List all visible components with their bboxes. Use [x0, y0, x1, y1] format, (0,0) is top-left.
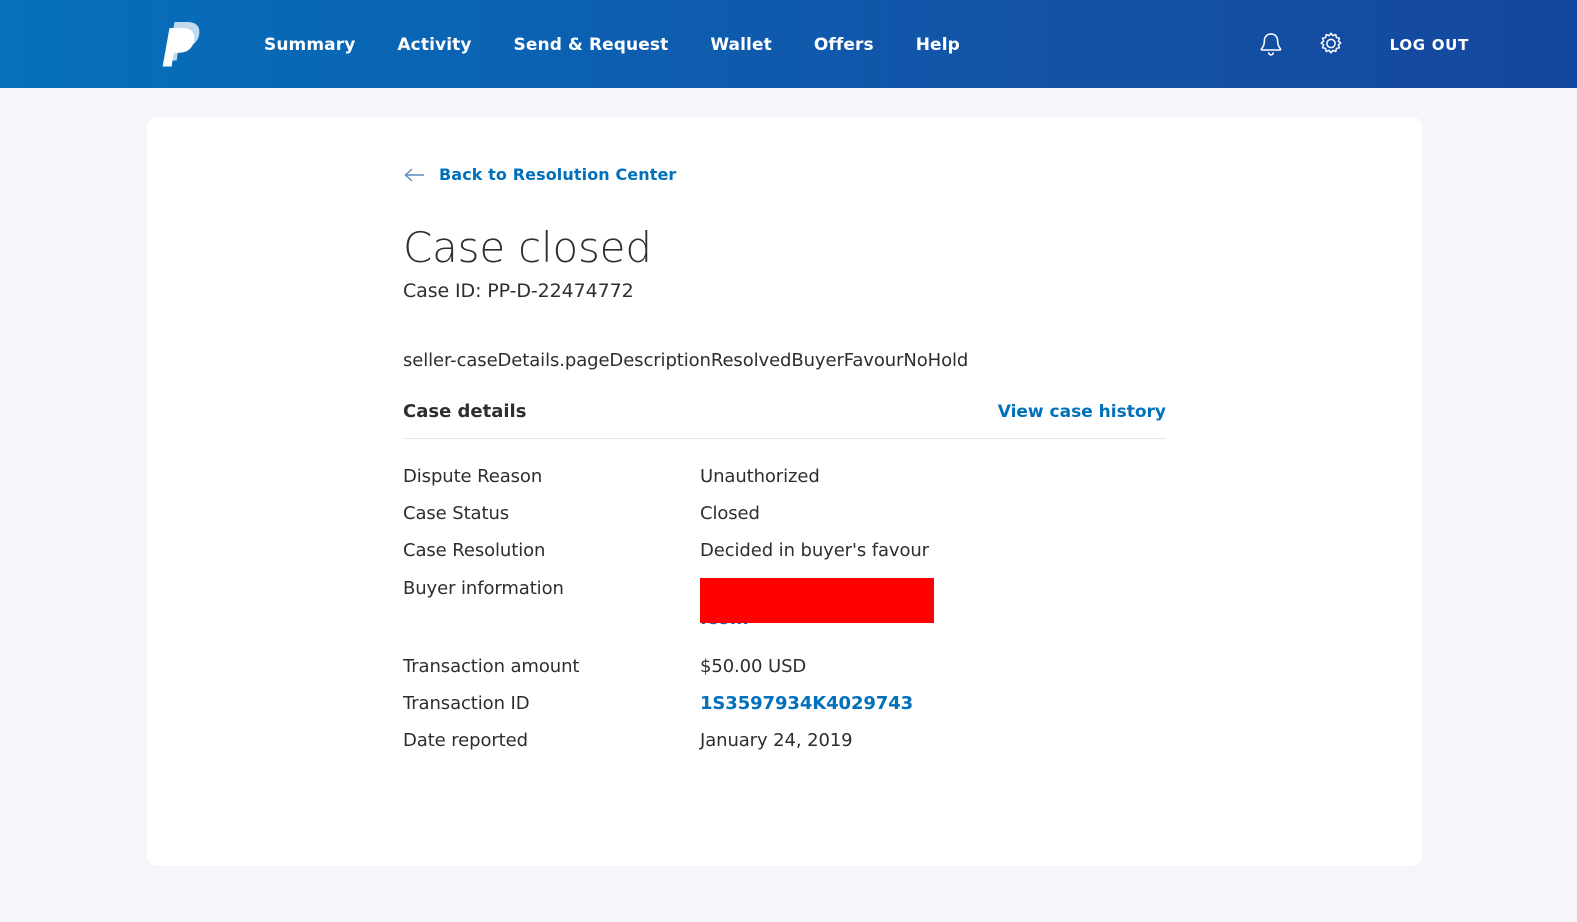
page-description: seller-caseDetails.pageDescriptionResolv…	[403, 349, 969, 371]
nav-item-offers[interactable]: Offers	[814, 35, 874, 55]
detail-value: January 24, 2019	[700, 729, 853, 751]
transaction-id-link[interactable]: 1S3597934K4029743	[700, 693, 913, 714]
main-nav: Summary Activity Send & Request Wallet O…	[264, 35, 960, 55]
detail-value: $50.00 USD	[700, 655, 807, 677]
detail-label: Transaction amount	[403, 655, 580, 677]
paypal-logo[interactable]	[160, 18, 206, 70]
global-header: Summary Activity Send & Request Wallet O…	[0, 0, 1577, 88]
case-id: Case ID: PP-D-22474772	[403, 279, 634, 302]
detail-value: Closed	[700, 502, 760, 524]
detail-label: Transaction ID	[403, 692, 530, 714]
detail-row-transaction-id: Transaction ID 1S3597934K4029743	[403, 693, 1422, 730]
bell-icon[interactable]	[1256, 30, 1286, 60]
detail-label: Case Status	[403, 502, 510, 524]
nav-item-wallet[interactable]: Wallet	[710, 35, 772, 55]
gear-icon[interactable]	[1316, 30, 1346, 60]
case-details-card: Back to Resolution Center Case closed Ca…	[147, 117, 1422, 866]
nav-item-summary[interactable]: Summary	[264, 35, 355, 55]
case-details-list: Dispute Reason Unauthorized Case Status …	[403, 466, 1422, 767]
nav-item-send-request[interactable]: Send & Request	[514, 35, 669, 55]
nav-item-help[interactable]: Help	[916, 35, 960, 55]
arrow-left-icon	[404, 168, 425, 181]
detail-row-date-reported: Date reported January 24, 2019	[403, 730, 1422, 767]
card-content: Back to Resolution Center Case closed Ca…	[147, 117, 1422, 767]
view-case-history-link[interactable]: View case history	[998, 402, 1166, 422]
detail-value: Unauthorized	[700, 465, 820, 487]
detail-row-transaction-amount: Transaction amount $50.00 USD	[403, 656, 1422, 693]
nav-item-activity[interactable]: Activity	[397, 35, 471, 55]
detail-row-buyer-information: Buyer information .com	[403, 577, 1422, 644]
buyer-email-container: .com	[700, 577, 980, 634]
section-title: Case details	[403, 400, 527, 422]
redaction-overlay	[700, 577, 934, 623]
detail-row-dispute-reason: Dispute Reason Unauthorized	[403, 466, 1422, 503]
case-details-section-header: Case details View case history	[403, 401, 1166, 439]
back-link-label: Back to Resolution Center	[439, 165, 677, 184]
detail-row-case-resolution: Case Resolution Decided in buyer's favou…	[403, 540, 1422, 577]
header-actions: LOG OUT	[1256, 30, 1469, 60]
detail-row-case-status: Case Status Closed	[403, 503, 1422, 540]
page-title: Case closed	[403, 223, 652, 272]
logout-button[interactable]: LOG OUT	[1390, 36, 1469, 54]
detail-label: Buyer information	[403, 577, 564, 599]
detail-value: Decided in buyer's favour	[700, 539, 929, 561]
back-to-resolution-center-link[interactable]: Back to Resolution Center	[403, 165, 676, 184]
detail-label: Case Resolution	[403, 539, 546, 561]
detail-label: Dispute Reason	[403, 465, 543, 487]
detail-label: Date reported	[403, 729, 528, 751]
